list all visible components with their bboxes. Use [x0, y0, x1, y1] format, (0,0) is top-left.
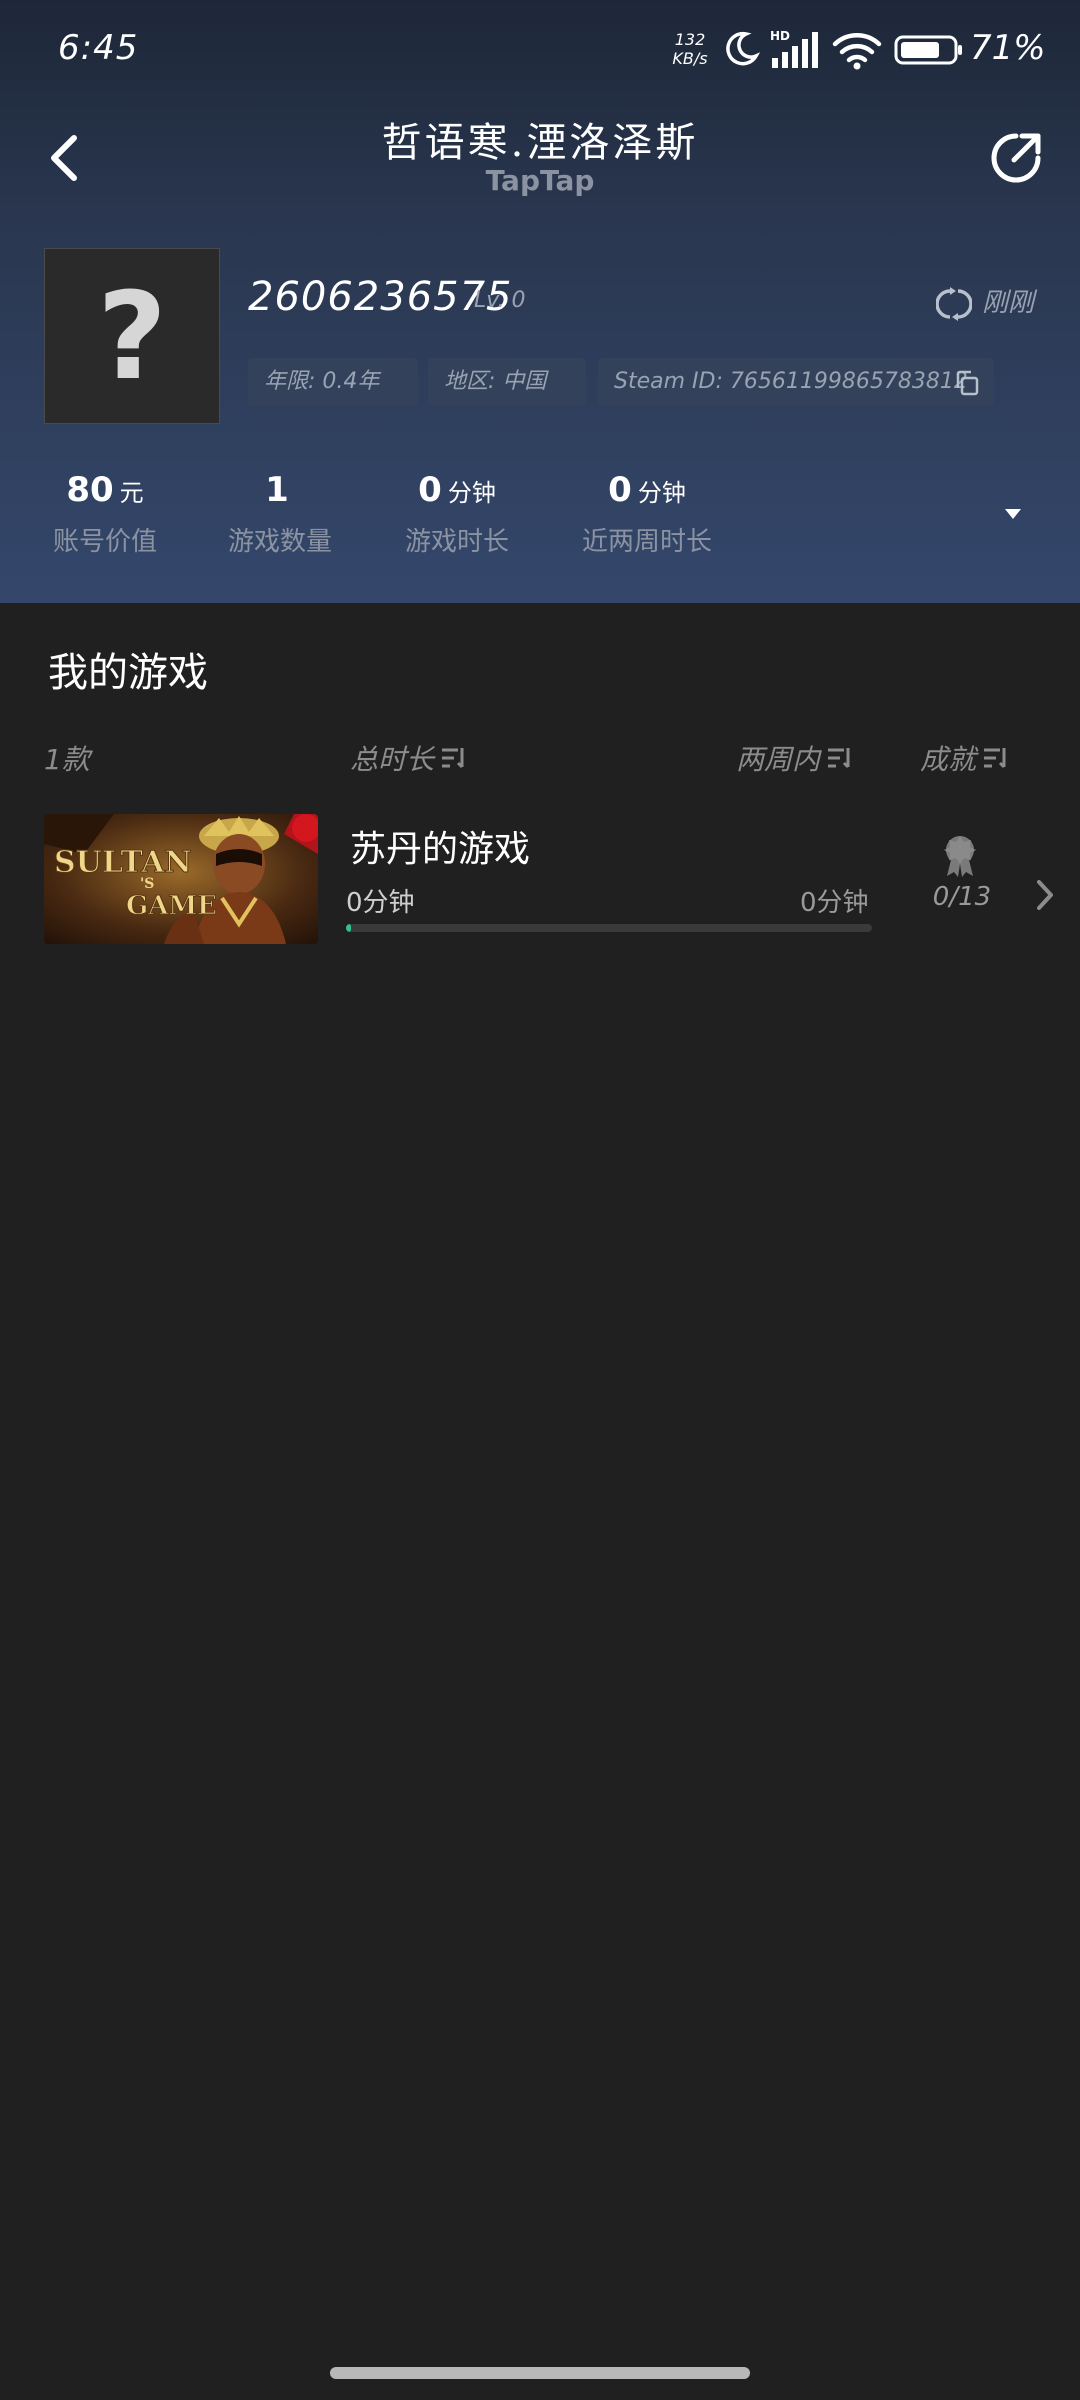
stat-value: 0	[418, 470, 442, 510]
game-count-text: 1款	[44, 743, 90, 776]
copy-icon[interactable]	[954, 370, 980, 396]
stat-play-time: 0 分钟 游戏时长	[392, 470, 522, 558]
page-subtitle: TapTap	[485, 164, 595, 197]
play-time-progress-bar	[346, 924, 872, 932]
moon-icon	[726, 31, 760, 66]
sort-achievements-label: 成就	[920, 743, 977, 776]
stat-value: 80	[66, 470, 114, 510]
sort-total-time-label: 总时长	[350, 743, 435, 776]
refresh-icon[interactable]	[936, 286, 972, 322]
game-cover-title-apostrophe: 'S	[140, 876, 154, 892]
steam-id-chip[interactable]: Steam ID: 76561199865783812	[598, 358, 994, 406]
games-section-title: 我的游戏	[48, 650, 208, 696]
battery-percent: 71%	[970, 28, 1046, 68]
region-chip: 地区: 中国	[428, 358, 586, 406]
achievement-count: 0/13	[932, 882, 992, 912]
refresh-time[interactable]: 刚刚	[982, 282, 1034, 319]
account-id: 2606236575	[248, 274, 513, 320]
game-count-label: 1款	[44, 738, 90, 778]
achievement-award-icon	[944, 836, 976, 877]
game-cover-title-line2: GAME	[126, 891, 217, 921]
stat-recent-play-time: 0 分钟 近两周时长	[574, 470, 720, 558]
sort-achievements[interactable]: 成就	[920, 738, 1008, 778]
sort-recent-time-label: 两周内	[736, 743, 821, 776]
signal-icon: HD	[770, 29, 818, 68]
sort-icon	[442, 748, 464, 769]
stat-label: 近两周时长	[581, 527, 712, 557]
game-cover-title-line1: SULTAN	[54, 845, 192, 880]
stat-game-count: 1 游戏数量	[220, 470, 340, 558]
stat-unit: 分钟	[637, 479, 686, 507]
game-list-item[interactable]: SULTAN 'S GAME 苏丹的游戏 0分钟 0分钟 0/13	[0, 808, 1080, 958]
sort-icon	[984, 748, 1006, 769]
stat-label: 游戏数量	[227, 527, 332, 557]
avatar-placeholder-glyph: ?	[97, 268, 167, 407]
game-cover-art: SULTAN 'S GAME	[44, 814, 318, 944]
sort-recent-time[interactable]: 两周内	[736, 738, 852, 778]
chevron-right-icon[interactable]	[1034, 878, 1056, 912]
game-total-time: 0分钟	[346, 888, 415, 918]
stat-label: 账号价值	[52, 527, 157, 557]
svg-text:HD: HD	[770, 29, 790, 43]
network-speed: 132 KB/s	[668, 30, 712, 68]
stat-unit: 元	[119, 479, 144, 507]
stat-unit: 分钟	[447, 479, 496, 507]
game-cover-image: SULTAN 'S GAME	[44, 814, 318, 944]
wifi-icon	[832, 33, 882, 70]
sort-icon	[828, 748, 850, 769]
stat-value: 1	[265, 470, 289, 510]
caret-down-icon[interactable]	[1004, 508, 1022, 520]
level-badge: Lv. 0	[474, 288, 526, 313]
status-bar: 6:45 132 KB/s HD 71%	[0, 0, 1080, 100]
steam-id-text: Steam ID: 76561199865783812	[614, 369, 968, 394]
stat-label: 游戏时长	[404, 527, 509, 557]
network-speed-value: 132	[674, 30, 706, 49]
battery-icon	[894, 35, 962, 65]
page-title: 哲语寒.湮洛泽斯	[381, 120, 699, 166]
stat-value: 0	[608, 470, 632, 510]
share-icon[interactable]	[986, 128, 1046, 188]
status-time: 6:45	[58, 28, 139, 68]
network-speed-unit: KB/s	[672, 49, 708, 68]
stat-account-value: 80 元 账号价值	[30, 470, 180, 558]
avatar[interactable]: ?	[44, 248, 220, 424]
sort-total-time[interactable]: 总时长	[350, 738, 466, 778]
home-indicator[interactable]	[330, 2367, 750, 2379]
account-age-chip: 年限: 0.4年	[248, 358, 418, 406]
play-time-progress-fill	[346, 924, 352, 932]
game-recent-time: 0分钟	[800, 888, 869, 918]
game-name: 苏丹的游戏	[350, 829, 531, 870]
